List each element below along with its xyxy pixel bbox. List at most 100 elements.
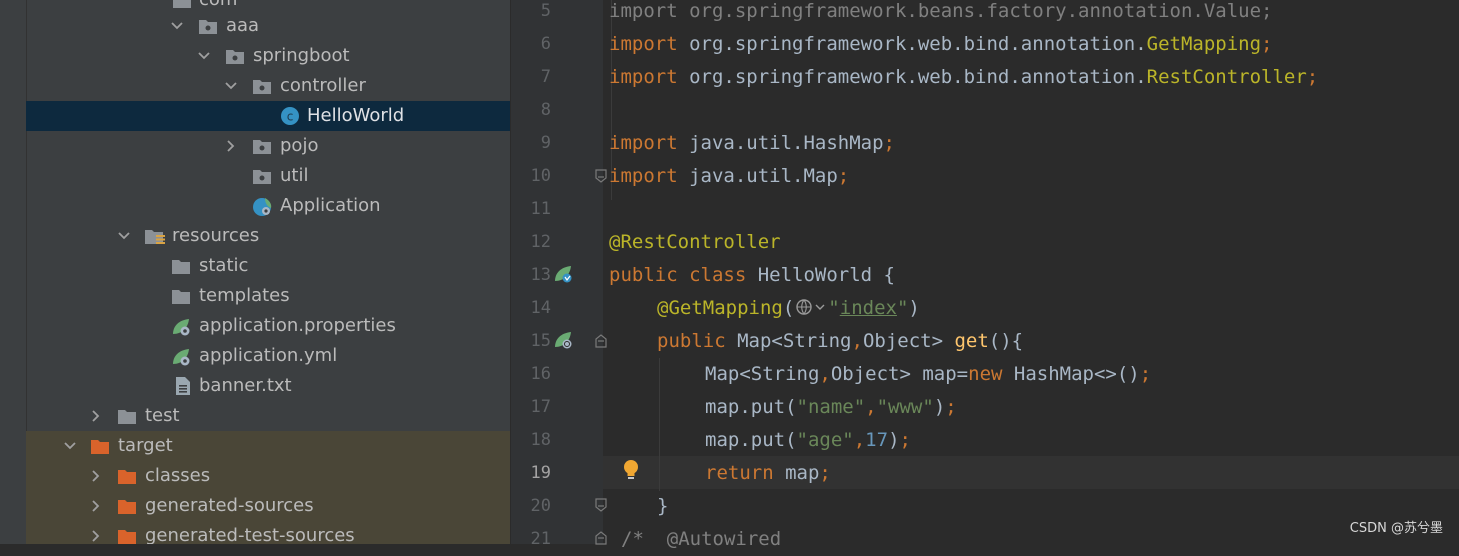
code-line-21[interactable]: /* @Autowired: [621, 523, 781, 556]
string-token: "age": [796, 429, 854, 451]
fold-end-icon[interactable]: [594, 497, 608, 513]
chevron-right-icon[interactable]: [88, 491, 104, 521]
tree-item-generated-test-sources[interactable]: generated-test-sources: [26, 521, 510, 544]
string-token: ": [828, 297, 840, 319]
tree-item-generated-sources[interactable]: generated-sources: [26, 491, 510, 521]
package-folder-icon: [172, 0, 192, 10]
code-line-20[interactable]: }: [657, 490, 668, 523]
code-line-9[interactable]: import java.util.HashMap;: [609, 127, 895, 160]
comma-token: ,: [851, 330, 863, 352]
code-line-19[interactable]: return map;: [705, 457, 831, 490]
fold-start-icon[interactable]: [594, 333, 608, 349]
tree-item-label: generated-test-sources: [145, 525, 355, 544]
chevron-down-icon[interactable]: [223, 71, 239, 101]
tree-item-controller[interactable]: controller: [26, 71, 510, 101]
code-line-13[interactable]: public class HelloWorld {: [609, 259, 895, 292]
package-folder-icon: [198, 16, 218, 36]
tree-item-classes[interactable]: classes: [26, 461, 510, 491]
spring-bean-gutter-icon[interactable]: [553, 263, 575, 285]
code-token: org.springframework.web.bind.annotation.: [677, 33, 1147, 55]
string-token[interactable]: index: [840, 297, 897, 319]
code-token: Object>: [862, 330, 955, 352]
keyword-token: import: [609, 132, 678, 154]
code-token: HashMap<>(): [1002, 363, 1140, 385]
globe-icon[interactable]: [794, 295, 828, 315]
semicolon-token: ;: [819, 462, 831, 484]
code-line-14[interactable]: @GetMapping("index"): [657, 292, 920, 325]
project-tree-panel: com aaa springboot controller c: [0, 0, 510, 544]
code-line-15[interactable]: public Map<String,Object> get(){: [657, 325, 1023, 358]
chevron-down-icon[interactable]: [62, 431, 78, 461]
tree-item-label: generated-sources: [145, 495, 314, 516]
tree-item-label: HelloWorld: [307, 105, 405, 126]
comma-token: ,: [865, 396, 877, 418]
code-token: org.springframework.beans.factory.annota…: [677, 0, 1273, 22]
tree-item-label: templates: [199, 285, 290, 306]
line-number: 15: [530, 331, 551, 351]
code-line-5[interactable]: import org.springframework.beans.factory…: [609, 0, 1272, 28]
code-token: (){: [988, 330, 1024, 352]
code-line-10[interactable]: import java.util.Map;: [609, 160, 849, 193]
code-line-12[interactable]: @RestController: [609, 226, 781, 259]
excluded-folder-icon: [117, 526, 137, 544]
line-number-current: 19: [530, 463, 551, 483]
semicolon-token: ;: [1261, 33, 1273, 55]
code-line-18[interactable]: map.put("age",17);: [705, 424, 911, 457]
svg-text:c: c: [287, 110, 294, 124]
semicolon-token: ;: [883, 132, 895, 154]
code-line-16[interactable]: Map<String,Object> map=new HashMap<>();: [705, 358, 1151, 391]
tree-item-target[interactable]: target: [26, 431, 510, 461]
keyword-token: public: [657, 330, 726, 352]
annotation-token: GetMapping: [1146, 33, 1262, 55]
spring-config-icon: [171, 316, 191, 336]
tree-item-aaa[interactable]: aaa: [26, 11, 510, 41]
package-folder-icon: [252, 136, 272, 156]
tree-item-templates[interactable]: templates: [26, 281, 510, 311]
tree-item-label: target: [118, 435, 173, 456]
keyword-token: import: [609, 66, 678, 88]
line-number: 5: [540, 1, 551, 21]
tree-item-banner-txt[interactable]: banner.txt: [26, 371, 510, 401]
tree-item-label: aaa: [226, 15, 260, 36]
code-token: map: [773, 462, 820, 484]
chevron-right-icon[interactable]: [88, 521, 104, 544]
keyword-token: new: [968, 363, 1003, 385]
fold-end-icon[interactable]: [594, 168, 608, 184]
tree-item-label: util: [280, 165, 309, 186]
code-editor[interactable]: 5 6 7 8 9 10 11 12 13 14 15 16 17 18 19 …: [511, 0, 1459, 550]
tree-item-helloworld[interactable]: c HelloWorld: [26, 101, 510, 131]
chevron-down-icon[interactable]: [169, 11, 185, 41]
comment-token: /*: [621, 528, 644, 550]
code-token: ): [933, 396, 946, 418]
code-token: map.put(: [705, 429, 797, 451]
indent-guide: [659, 358, 660, 491]
code-token: org.springframework.web.bind.annotation.: [677, 66, 1147, 88]
code-line-7[interactable]: import org.springframework.web.bind.anno…: [609, 61, 1318, 94]
chevron-right-icon[interactable]: [223, 131, 239, 161]
code-line-6[interactable]: import org.springframework.web.bind.anno…: [609, 28, 1272, 61]
chevron-right-icon[interactable]: [88, 461, 104, 491]
lightbulb-icon[interactable]: [621, 458, 641, 482]
package-folder-icon: [252, 166, 272, 186]
code-token: java.util.HashMap: [677, 132, 884, 154]
code-token: java.util.Map: [677, 165, 838, 187]
tree-item-test[interactable]: test: [26, 401, 510, 431]
tree-item-pojo[interactable]: pojo: [26, 131, 510, 161]
request-mapping-gutter-icon[interactable]: [553, 329, 575, 351]
tree-item-util[interactable]: util: [26, 161, 510, 191]
code-token: map.put(: [705, 396, 797, 418]
tree-item-application[interactable]: Application: [26, 191, 510, 221]
line-number: 11: [530, 199, 551, 219]
tree-item-application-properties[interactable]: application.properties: [26, 311, 510, 341]
tree-item-springboot[interactable]: springboot: [26, 41, 510, 71]
chevron-down-icon[interactable]: [116, 221, 132, 251]
tree-item-label: Application: [280, 195, 381, 216]
tree-item-static[interactable]: static: [26, 251, 510, 281]
string-token: "www": [876, 396, 934, 418]
tree-item-application-yml[interactable]: application.yml: [26, 341, 510, 371]
tree-item-resources[interactable]: resources: [26, 221, 510, 251]
code-token: (: [782, 297, 795, 319]
chevron-right-icon[interactable]: [88, 401, 104, 431]
code-line-17[interactable]: map.put("name","www");: [705, 391, 957, 424]
chevron-down-icon[interactable]: [196, 41, 212, 71]
